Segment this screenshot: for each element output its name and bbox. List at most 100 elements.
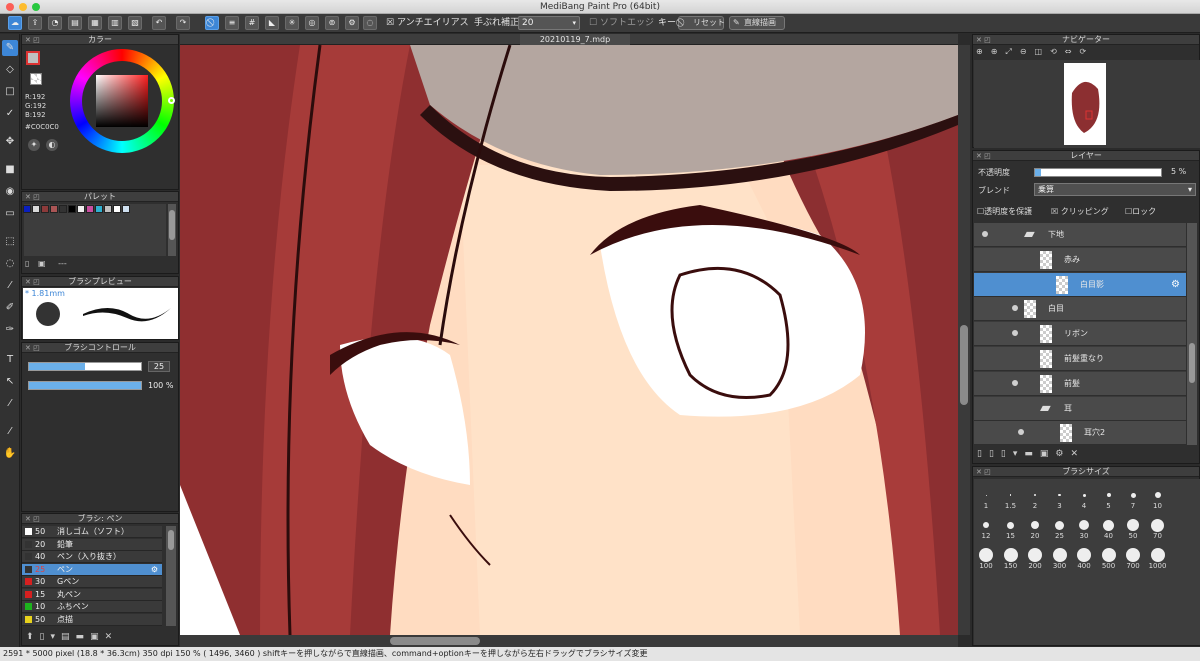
circle-snap-icon[interactable]: ◎ xyxy=(305,16,319,30)
select-tool-icon[interactable]: ⬚ xyxy=(2,234,18,250)
new-brush-icon[interactable]: ▯ xyxy=(40,632,51,642)
palette-swatch[interactable] xyxy=(23,205,31,213)
brush-size-dot[interactable] xyxy=(1007,521,1014,529)
palette-swatch[interactable] xyxy=(41,205,49,213)
brush-list-scrollbar[interactable] xyxy=(166,526,176,626)
redo-icon[interactable]: ↷ xyxy=(176,16,190,30)
curve-snap-icon[interactable]: ⊚ xyxy=(325,16,339,30)
layer-row[interactable]: 前髪 xyxy=(974,371,1186,396)
add-brush-icon[interactable]: ⬆ xyxy=(26,632,40,642)
layer-row[interactable]: 白目 xyxy=(974,297,1186,322)
bucket-tool-icon[interactable]: ◉ xyxy=(2,184,18,200)
snap-off-icon[interactable]: ⃠ xyxy=(205,16,219,30)
secondary-color-swatch[interactable] xyxy=(30,73,42,85)
lock-checkbox[interactable]: ☐ロック xyxy=(1125,206,1156,217)
brush-size-dot[interactable] xyxy=(1055,520,1064,530)
zoom-out-icon[interactable]: ⊖ xyxy=(1020,47,1035,56)
brush-settings-icon[interactable]: ⚙ xyxy=(151,564,158,576)
flip-icon[interactable]: ⇔ xyxy=(1065,47,1080,56)
brush-list-item[interactable]: 25 ペン ⚙ xyxy=(22,563,162,576)
palette-swatch[interactable] xyxy=(95,205,103,213)
duplicate-layer-icon[interactable]: ▯ xyxy=(1001,449,1013,459)
snap-settings-icon[interactable]: ◌ xyxy=(363,16,377,30)
brush-list-item[interactable]: 15 丸ペン xyxy=(22,588,162,601)
panel-toggle-icon[interactable]: ✕ ◰ xyxy=(25,343,40,353)
panel-toggle-icon[interactable]: ✕ ◰ xyxy=(976,467,991,477)
perspective-snap-icon[interactable]: ◣ xyxy=(265,16,279,30)
brush-size-dot[interactable] xyxy=(1103,519,1114,531)
brush-doc-icon[interactable]: ▤ xyxy=(61,632,76,642)
canvas-vertical-scrollbar[interactable] xyxy=(958,45,970,635)
brush-size-dot[interactable] xyxy=(1077,548,1091,562)
brush-size-dot[interactable] xyxy=(1126,548,1140,562)
primary-color-swatch[interactable] xyxy=(26,51,40,65)
select-eraser-tool-icon[interactable]: ✑ xyxy=(2,322,18,338)
frame-tool-icon[interactable]: ⁄ xyxy=(2,424,18,440)
cloud-icon[interactable]: ☁ xyxy=(8,16,22,30)
color-mix-icon[interactable]: ◐ xyxy=(46,139,58,151)
color-picker-icon[interactable]: ✦ xyxy=(28,139,40,151)
brush-list-item[interactable]: 50 消しゴム（ソフト） xyxy=(22,526,162,538)
radial-snap-icon[interactable]: ✳ xyxy=(285,16,299,30)
brush-size-dot[interactable] xyxy=(983,522,989,528)
lasso-tool-icon[interactable]: ◌ xyxy=(2,256,18,272)
brush-opacity-slider[interactable] xyxy=(28,381,142,390)
palette-swatch[interactable] xyxy=(32,205,40,213)
brush-folder-icon[interactable]: ▬ xyxy=(76,632,91,642)
grid-icon[interactable]: ▥ xyxy=(108,16,122,30)
brush-size-dot[interactable] xyxy=(1079,520,1089,530)
hand-tool-icon[interactable]: ✋ xyxy=(2,446,18,462)
new-layer-icon[interactable]: ▯ xyxy=(977,449,989,459)
palette-swatch[interactable] xyxy=(59,205,67,213)
zoom-in-alt-icon[interactable]: ⊕ xyxy=(991,47,1006,56)
blend-mode-select[interactable]: 乗算 ▾ xyxy=(1034,183,1196,196)
layer-row[interactable]: リボン xyxy=(974,322,1186,347)
merge-layer-icon[interactable]: ▣ xyxy=(1040,449,1056,459)
eraser-tool-icon[interactable]: ◇ xyxy=(2,62,18,78)
canvas-horizontal-scrollbar[interactable] xyxy=(180,635,958,647)
visibility-icon[interactable] xyxy=(1012,330,1018,337)
select-pen-tool-icon[interactable]: ✐ xyxy=(2,300,18,316)
undo-icon[interactable]: ↶ xyxy=(152,16,166,30)
brush-size-dot[interactable] xyxy=(1003,548,1018,562)
layer-folder-icon[interactable]: ▬ xyxy=(1024,449,1040,459)
brush-size-dot[interactable] xyxy=(985,494,987,496)
move-tool-icon[interactable]: ✥ xyxy=(2,134,18,150)
zoom-window-button[interactable] xyxy=(32,3,40,11)
brush-size-dot[interactable] xyxy=(1130,492,1136,498)
hue-marker[interactable] xyxy=(168,97,175,104)
panel-toggle-icon[interactable]: ✕ ◰ xyxy=(25,192,40,202)
palette-swatch[interactable] xyxy=(86,205,94,213)
visibility-icon[interactable] xyxy=(1018,429,1024,436)
brush-size-dot[interactable] xyxy=(1150,548,1165,562)
brush-size-dot[interactable] xyxy=(1028,548,1042,562)
brush-size-dot[interactable] xyxy=(1082,493,1086,497)
fit-icon[interactable]: ⤢ xyxy=(1005,47,1019,56)
brush-copy-icon[interactable]: ▣ xyxy=(90,632,105,642)
layer-settings-icon[interactable]: ⚙ xyxy=(1055,449,1070,459)
saturation-square[interactable] xyxy=(96,75,148,127)
stabilizer-select[interactable]: 20 ▾ xyxy=(518,16,580,30)
layer-menu-icon[interactable]: ▾ xyxy=(1013,449,1025,459)
brush-list-item[interactable]: 10 ふちペン xyxy=(22,601,162,613)
layer-row[interactable]: 前髪重なり xyxy=(974,347,1186,371)
brush-size-dot[interactable] xyxy=(979,548,993,562)
delete-palette-icon[interactable]: ▣ xyxy=(38,259,46,268)
brush-size-dot[interactable] xyxy=(1127,519,1139,531)
palette-scrollbar[interactable] xyxy=(168,204,176,256)
new-palette-icon[interactable]: ▯ xyxy=(25,259,29,268)
text-tool-icon[interactable]: T xyxy=(2,352,18,368)
layer-row[interactable]: 白目影 ⚙ xyxy=(974,272,1186,297)
brush-size-dot[interactable] xyxy=(1009,494,1012,496)
drawing-canvas[interactable] xyxy=(180,45,958,635)
panel-toggle-icon[interactable]: ✕ ◰ xyxy=(25,35,40,45)
check-tool-icon[interactable]: ✓ xyxy=(2,106,18,122)
panel-toggle-icon[interactable]: ✕ ◰ xyxy=(25,277,40,287)
zoom-in-icon[interactable]: ⊕ xyxy=(976,47,991,56)
dot-tool-icon[interactable]: □ xyxy=(2,84,18,100)
comment-icon[interactable]: ▤ xyxy=(68,16,82,30)
delete-brush-icon[interactable]: ✕ xyxy=(105,632,119,642)
brush-tool-icon[interactable]: ✎ xyxy=(2,40,18,56)
brush-size-dot[interactable] xyxy=(1034,494,1036,496)
brush-size-dot[interactable] xyxy=(1154,492,1161,498)
